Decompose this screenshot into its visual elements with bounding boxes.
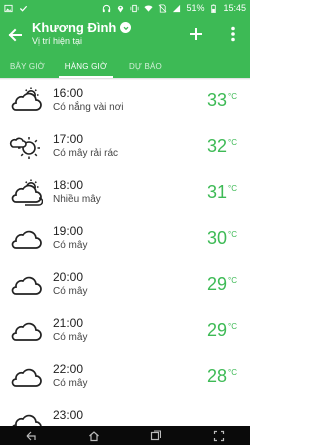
- location-selector[interactable]: Khương Đình Vị trí hiện tại: [32, 20, 132, 46]
- check-icon: [19, 4, 28, 13]
- tab-bar: BÂY GIỜ HÀNG GIỜ DỰ BÁO: [0, 54, 250, 78]
- cloudy-icon: [9, 316, 43, 346]
- hour-condition: Có mây: [53, 240, 88, 251]
- hour-row[interactable]: 18:00 Nhiều mây 31 °C: [0, 172, 250, 218]
- no-sim-icon: [158, 3, 167, 13]
- sun-behind-cloud-icon: [9, 132, 43, 162]
- hour-condition: Có mây: [53, 286, 88, 297]
- temperature-unit: °C: [228, 322, 237, 331]
- mostly-cloudy-icon: [9, 178, 44, 208]
- hour-condition: Nhiều mây: [53, 194, 101, 205]
- nav-back-button[interactable]: [25, 430, 37, 442]
- hour-temperature: 30 °C: [207, 228, 237, 249]
- headphones-icon: [102, 4, 111, 13]
- hour-time: 22:00: [53, 362, 84, 376]
- hour-row[interactable]: 22:00 Có mây 28 °C: [0, 356, 250, 402]
- hour-row[interactable]: 20:00 Có mây 29 °C: [0, 264, 250, 310]
- temperature-value: 30: [206, 228, 228, 248]
- battery-icon: [209, 3, 218, 13]
- hour-temperature: 29 °C: [207, 274, 237, 295]
- hour-condition: Có mây rải rác: [53, 148, 119, 159]
- nav-recents-button[interactable]: [150, 430, 162, 442]
- hour-temperature: 29 °C: [207, 320, 237, 341]
- arrow-back-icon: [8, 28, 22, 42]
- location-title: Khương Đình: [32, 20, 117, 35]
- hour-time: 16:00: [53, 86, 84, 100]
- nav-back-icon: [26, 431, 36, 440]
- location-icon: [116, 4, 125, 13]
- vibrate-icon: [130, 4, 139, 13]
- wifi-icon: [144, 4, 154, 13]
- status-time: 15:45: [223, 3, 246, 13]
- hour-time: 23:00: [53, 408, 84, 422]
- temperature-value: 28: [206, 366, 228, 386]
- partly-sunny-icon: [9, 86, 43, 116]
- cloudy-icon: [9, 270, 43, 300]
- tab-now[interactable]: BÂY GIỜ: [10, 54, 45, 78]
- screenshot-icon: [213, 430, 224, 441]
- hour-temperature: 32 °C: [207, 136, 237, 157]
- temperature-value: 33: [206, 90, 228, 110]
- tab-forecast[interactable]: DỰ BÁO: [129, 54, 162, 78]
- hour-temperature: 33 °C: [207, 90, 237, 111]
- recents-icon: [151, 430, 162, 440]
- navigation-bar: [0, 426, 250, 445]
- hour-temperature: 28 °C: [207, 366, 237, 387]
- app-bar: Khương Đình Vị trí hiện tại: [0, 16, 250, 54]
- hour-condition: Có mây: [53, 378, 88, 389]
- hour-temperature: 31 °C: [207, 182, 237, 203]
- temperature-value: 31: [206, 182, 228, 202]
- chevron-down-icon: [120, 22, 132, 33]
- temperature-value: 29: [206, 274, 228, 294]
- temperature-unit: °C: [228, 276, 237, 285]
- battery-percent: 51%: [186, 3, 205, 13]
- plus-icon: [190, 28, 202, 40]
- tab-hourly[interactable]: HÀNG GIỜ: [58, 54, 114, 78]
- status-bar: 51% 15:45: [0, 0, 250, 16]
- hour-row[interactable]: 19:00 Có mây 30 °C: [0, 218, 250, 264]
- hour-condition: Có mây: [53, 332, 88, 343]
- hour-time: 19:00: [53, 224, 84, 238]
- temperature-unit: °C: [228, 138, 237, 147]
- hour-time: 17:00: [53, 132, 84, 146]
- temperature-unit: °C: [228, 184, 237, 193]
- nav-screenshot-button[interactable]: [213, 430, 225, 442]
- hour-row[interactable]: 21:00 Có mây 29 °C: [0, 310, 250, 356]
- temperature-value: 29: [206, 320, 228, 340]
- add-location-button[interactable]: [186, 24, 206, 44]
- more-vert-icon: [231, 26, 235, 42]
- hour-time: 20:00: [53, 270, 84, 284]
- home-icon: [88, 430, 99, 441]
- hour-time: 18:00: [53, 178, 84, 192]
- temperature-unit: °C: [228, 92, 237, 101]
- temperature-unit: °C: [228, 368, 237, 377]
- more-options-button[interactable]: [226, 24, 240, 44]
- hour-row[interactable]: 16:00 Có nắng vài nơi 33 °C: [0, 80, 250, 126]
- image-icon: [4, 4, 13, 13]
- nav-home-button[interactable]: [88, 430, 100, 442]
- hour-row[interactable]: 23:00: [0, 402, 250, 426]
- cloudy-icon: [9, 224, 43, 254]
- location-subtitle: Vị trí hiện tại: [32, 36, 83, 46]
- temperature-unit: °C: [228, 230, 237, 239]
- hour-time: 21:00: [53, 316, 84, 330]
- cloudy-icon: [9, 362, 43, 392]
- back-button[interactable]: [6, 26, 24, 44]
- cloudy-icon: [9, 408, 43, 426]
- signal-icon: [172, 4, 181, 13]
- hour-row[interactable]: 17:00 Có mây rải rác 32 °C: [0, 126, 250, 172]
- hour-condition: Có nắng vài nơi: [53, 102, 124, 113]
- hourly-list[interactable]: 16:00 Có nắng vài nơi 33 °C 17:00 Có mây rải …: [0, 80, 250, 426]
- temperature-value: 32: [206, 136, 228, 156]
